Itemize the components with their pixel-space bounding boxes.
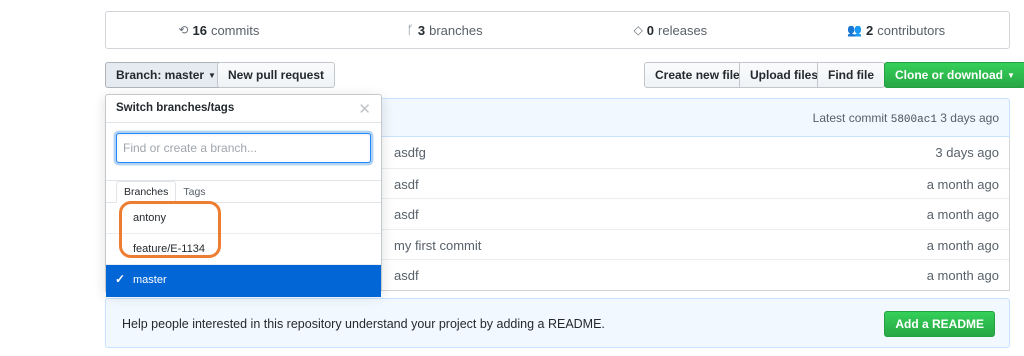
close-icon[interactable]: ✕: [358, 100, 371, 118]
commit-age: a month ago: [926, 176, 999, 192]
tab-branches[interactable]: Branches: [116, 181, 177, 203]
contributors-stat[interactable]: 👥 2 contributors: [783, 23, 1009, 38]
releases-stat[interactable]: ◇ 0 releases: [558, 23, 784, 38]
releases-label: releases: [658, 22, 708, 38]
branches-label: branches: [429, 22, 483, 38]
branch-item-feature-e-1134[interactable]: feature/E-1134: [106, 234, 381, 265]
branch-switcher-dropdown: Switch branches/tags ✕ Branches Tags ant…: [105, 94, 382, 297]
dropdown-title: Switch branches/tags: [116, 102, 235, 114]
commit-message-link[interactable]: asdf: [394, 177, 419, 192]
commit-age: 3 days ago: [935, 145, 999, 160]
commit-message-link[interactable]: my first commit: [394, 238, 481, 253]
tag-icon: ◇: [633, 23, 643, 37]
history-icon: ⟲: [178, 23, 189, 37]
commit-sha-link[interactable]: 5800ac1: [891, 114, 937, 126]
commit-age: a month ago: [926, 268, 999, 283]
check-icon: ✓: [115, 272, 126, 286]
branch-item-label: antony: [133, 212, 167, 224]
branch-filter-input[interactable]: [116, 133, 371, 163]
commit-age: a month ago: [926, 237, 999, 253]
commit-message-link[interactable]: asdfg: [394, 145, 426, 160]
new-pull-request-button[interactable]: New pull request: [217, 62, 336, 88]
commit-message-link[interactable]: asdf: [394, 268, 419, 283]
add-readme-button[interactable]: Add a README: [884, 311, 995, 337]
repo-stats-bar: ⟲ 16 commits ᚴ 3 branches ◇ 0 releases 👥…: [105, 11, 1010, 49]
commit-age: 3 days ago: [940, 111, 999, 125]
commit-age: a month ago: [926, 207, 999, 222]
clone-download-label: Clone or download: [895, 68, 1003, 82]
commits-count: 16: [192, 22, 207, 38]
caret-down-icon: ▼: [1007, 70, 1015, 80]
dropdown-tabs: Branches Tags: [106, 181, 381, 203]
branch-item-label: feature/E-1134: [133, 243, 205, 255]
caret-down-icon: ▼: [208, 70, 216, 80]
tab-tags[interactable]: Tags: [176, 182, 212, 202]
branches-stat[interactable]: ᚴ 3 branches: [332, 23, 558, 38]
branch-item-master[interactable]: ✓ master: [106, 265, 381, 297]
branch-item-label: master: [133, 274, 167, 286]
commits-label: commits: [210, 22, 260, 38]
upload-files-button[interactable]: Upload files: [739, 62, 830, 88]
commit-message-link[interactable]: asdf: [394, 207, 419, 222]
readme-banner: Help people interested in this repositor…: [105, 298, 1010, 348]
find-file-button[interactable]: Find file: [817, 62, 885, 88]
releases-count: 0: [646, 22, 655, 38]
branch-icon: ᚴ: [406, 23, 414, 37]
readme-prompt-text: Help people interested in this repositor…: [122, 317, 605, 331]
contributors-count: 2: [866, 22, 874, 38]
contributors-label: contributors: [877, 22, 946, 38]
dropdown-header: Switch branches/tags ✕: [106, 95, 381, 123]
branch-select-button[interactable]: Branch: master ▼: [105, 62, 227, 88]
latest-commit-prefix: Latest commit: [812, 111, 888, 125]
create-new-file-button[interactable]: Create new file: [644, 62, 751, 88]
commits-stat[interactable]: ⟲ 16 commits: [106, 23, 332, 38]
people-icon: 👥: [847, 23, 863, 37]
branch-filter: [106, 123, 381, 181]
clone-download-button[interactable]: Clone or download ▼: [884, 62, 1024, 88]
branch-select-label: Branch: master: [116, 68, 205, 82]
latest-commit-info: Latest commit 5800ac1 3 days ago: [813, 111, 999, 126]
branches-count: 3: [417, 22, 426, 38]
branch-item-antony[interactable]: antony: [106, 203, 381, 234]
